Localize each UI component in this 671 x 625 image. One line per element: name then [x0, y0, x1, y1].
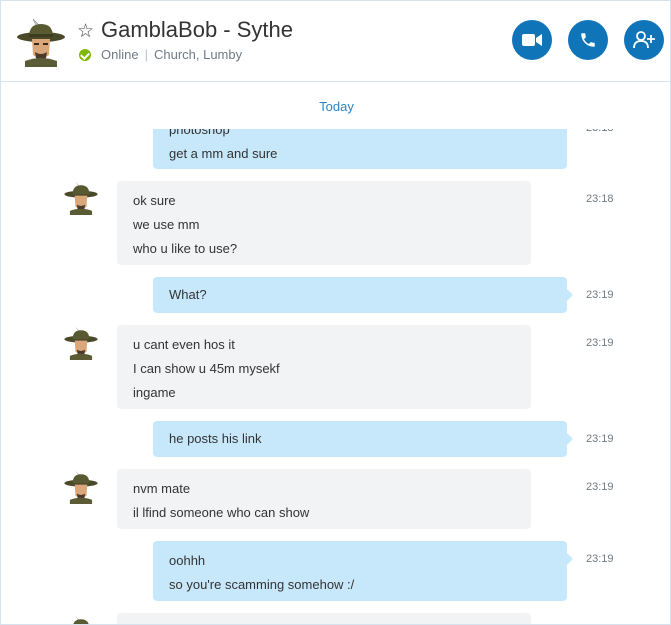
message-timestamp: 23:19: [586, 289, 614, 301]
sender-avatar[interactable]: [63, 613, 99, 624]
status-separator: |: [144, 47, 148, 62]
contact-avatar[interactable]: [15, 15, 67, 67]
message-text: nvm mate: [133, 481, 191, 496]
audio-call-button[interactable]: [568, 20, 608, 60]
message-timestamp: 23:19: [586, 553, 614, 565]
add-participant-button[interactable]: [624, 20, 664, 60]
message-text: he posts his link: [169, 431, 262, 446]
message-text: okdokdo: [133, 621, 515, 624]
message-text: get a mm and sure: [169, 146, 278, 161]
message-text: we use mm: [133, 217, 200, 232]
phone-icon: [581, 33, 595, 47]
message-text: who u like to use?: [133, 241, 238, 256]
status-text: Online: [101, 47, 139, 62]
message-text: I can show u 45m mysekf: [133, 361, 280, 376]
message-list[interactable]: photoshop get a mm and sure 23:18 Today …: [1, 82, 670, 624]
message-timestamp: 23:19: [586, 433, 614, 445]
contact-status: Online | Church, Lumby: [79, 47, 242, 62]
message-text: u cant even hos it: [133, 337, 235, 352]
message-bubble-outgoing[interactable]: he posts his link: [153, 421, 573, 457]
favorite-star-icon[interactable]: ☆: [77, 20, 94, 43]
message-text: oohhh: [169, 553, 206, 568]
message-bubble-incoming[interactable]: u cant even hos it I can show u 45m myse…: [117, 325, 531, 409]
message-text: ingame: [133, 385, 176, 400]
message-bubble-incoming[interactable]: okdokdo: [117, 613, 531, 624]
location-text: Church, Lumby: [153, 47, 243, 62]
message-bubble-incoming[interactable]: nvm mate il lfind someone who can show: [117, 469, 531, 529]
date-divider: Today: [319, 99, 354, 114]
video-call-button[interactable]: [512, 20, 552, 60]
message-text: so you're scamming somehow :/: [169, 577, 355, 592]
date-divider-band: Today: [1, 82, 670, 129]
message-text: What?: [169, 287, 207, 302]
message-timestamp: 23:18: [586, 193, 614, 205]
message-bubble-incoming[interactable]: ok sure we use mm who u like to use?: [117, 181, 531, 265]
sender-avatar[interactable]: [63, 468, 99, 504]
message-timestamp: 23:19: [586, 481, 614, 493]
conversation-header: ☆ GamblaBob - Sythe Online | Church, Lum…: [1, 1, 670, 82]
message-text: il lfind someone who can show: [133, 505, 310, 520]
message-text: ok sure: [133, 193, 176, 208]
video-camera-icon: [522, 34, 542, 46]
add-person-icon: [633, 31, 655, 49]
chat-window: ☆ GamblaBob - Sythe Online | Church, Lum…: [0, 0, 671, 625]
sender-avatar[interactable]: [63, 324, 99, 360]
message-bubble-outgoing[interactable]: oohhh so you're scamming somehow :/: [153, 541, 573, 601]
contact-name: GamblaBob - Sythe: [101, 17, 293, 42]
sender-avatar[interactable]: [63, 179, 99, 215]
message-timestamp: 23:19: [586, 337, 614, 349]
message-bubble-outgoing[interactable]: What?: [153, 277, 573, 313]
online-check-icon: [79, 48, 91, 61]
